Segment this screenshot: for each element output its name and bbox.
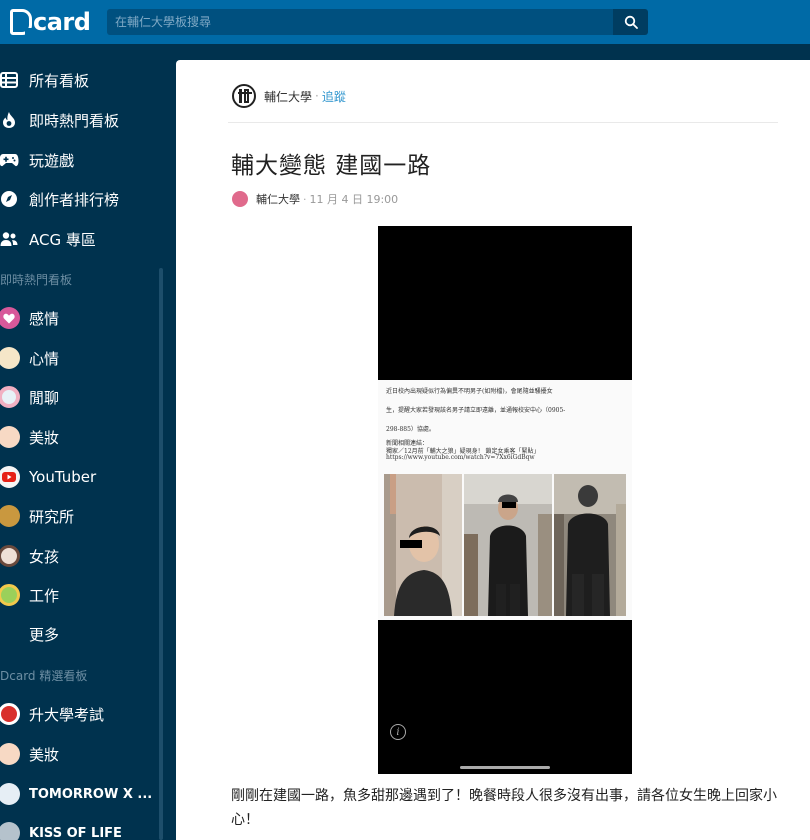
post-title: 輔大變態 建國一路 (231, 153, 432, 179)
sidebar-item-tomorrow-x[interactable]: TOMORROW X ... (0, 779, 152, 809)
kiss-of-life-avatar (0, 822, 20, 840)
sidebar-item-label: YouTuber (29, 468, 97, 486)
author-avatar (232, 191, 248, 207)
sidebar-item-label: 研究所 (29, 507, 75, 526)
separator: · (303, 192, 307, 206)
sidebar-item-makeup-featured[interactable]: 美妝 (0, 739, 59, 769)
search-button[interactable] (613, 9, 648, 35)
suspect-photo-2 (464, 474, 552, 616)
sidebar-item-work[interactable]: 工作 (0, 580, 59, 610)
top-bar: card 在輔仁大學板搜尋 (0, 0, 810, 44)
sidebar-item-makeup[interactable]: 美妝 (0, 422, 59, 452)
sidebar-item-creator-ranking[interactable]: 創作者排行榜 (0, 184, 119, 214)
logo-text: card (33, 8, 91, 36)
dcard-d-icon (10, 9, 32, 35)
featured-boards-section-title: Dcard 精選看板 (0, 669, 88, 683)
video-bottom-black-area: i (378, 620, 632, 774)
sidebar-item-label: 女孩 (29, 547, 60, 566)
sidebar-item-label: 心情 (29, 349, 60, 368)
doc-text-line: 生，提醒大家若發現該名男子請立即遠離，並通報校安中心（0905- (386, 407, 566, 414)
sidebar-scrollbar[interactable] (159, 268, 163, 840)
dcard-logo[interactable]: card (10, 7, 91, 37)
work-pencil-icon (0, 584, 20, 606)
doc-text-line: 298-885）協處。 (386, 426, 435, 433)
sidebar: 所有看板 即時熱門看板 玩遊戲 創作者排行榜 ACG 專區 即時熱門看板 感情 … (0, 60, 165, 840)
sidebar-item-label: 即時熱門看板 (29, 111, 120, 130)
tomorrow-x-avatar (0, 783, 20, 805)
makeup-avatar-icon (0, 743, 20, 765)
sidebar-item-label: TOMORROW X ... (29, 786, 153, 802)
search-input[interactable]: 在輔仁大學板搜尋 (107, 9, 613, 35)
sidebar-item-relationship[interactable]: 感情 (0, 303, 59, 333)
forum-name[interactable]: 輔仁大學 (264, 88, 312, 105)
sidebar-item-graduate-school[interactable]: 研究所 (0, 501, 74, 531)
hot-boards-section-title: 即時熱門看板 (0, 273, 73, 287)
doc-text-line: 近日校內出現疑似行為偏異不明男子(如附檔)，會尾隨並騷擾女 (386, 388, 553, 395)
board-list-icon (0, 69, 20, 91)
forum-header: 輔仁大學 · 追蹤 (232, 84, 346, 108)
makeup-avatar-icon (0, 426, 20, 448)
video-progress-bar[interactable] (460, 766, 550, 769)
acg-users-icon (0, 228, 20, 250)
graduate-school-icon (0, 505, 20, 527)
sidebar-item-label: 美妝 (29, 745, 60, 764)
video-top-black-area (378, 226, 632, 380)
college-exam-icon (0, 703, 20, 725)
sidebar-item-hot-boards[interactable]: 即時熱門看板 (0, 105, 119, 135)
author-row: 輔仁大學 · 11 月 4 日 19:00 (232, 190, 398, 208)
sidebar-item-label: KISS OF LIFE (29, 825, 122, 840)
sidebar-item-kiss-of-life[interactable]: KISS OF LIFE (0, 818, 122, 840)
sidebar-item-chat[interactable]: 閒聊 (0, 382, 59, 412)
sidebar-more-link[interactable]: 更多 (0, 619, 59, 649)
fju-forum-logo-icon[interactable] (232, 84, 256, 108)
sidebar-item-all-boards[interactable]: 所有看板 (0, 65, 89, 95)
separator: · (315, 89, 319, 103)
sidebar-item-youtuber[interactable]: YouTuber (0, 462, 96, 492)
post-card: 輔仁大學 · 追蹤 輔大變態 建國一路 輔仁大學 · 11 月 4 日 19:0… (176, 60, 810, 840)
sidebar-item-label: 所有看板 (29, 71, 90, 90)
suspect-photo-1 (384, 474, 462, 616)
sidebar-item-label: 閒聊 (29, 388, 60, 407)
post-time: 11 月 4 日 19:00 (309, 193, 399, 206)
sidebar-item-label: ACG 專區 (29, 230, 96, 249)
sidebar-item-label: 創作者排行榜 (29, 190, 120, 209)
girl-avatar-icon (0, 545, 20, 567)
sidebar-item-mood[interactable]: 心情 (0, 343, 59, 373)
header-divider (228, 122, 778, 123)
doc-text-line: https://www.youtube.com/watch?v=7Xx6iGdB… (386, 454, 535, 461)
video-document-frame: 近日校內出現疑似行為偏異不明男子(如附檔)，會尾隨並騷擾女 生，提醒大家若發現該… (378, 380, 632, 620)
relationship-heart-icon (0, 307, 20, 329)
youtube-play-icon (0, 466, 20, 488)
sidebar-item-label: 升大學考試 (29, 705, 105, 724)
sidebar-item-label: 美妝 (29, 428, 60, 447)
post-body: 剛剛在建國一路，魚多甜那邊遇到了！晚餐時段人很多沒有出事，請各位女生晚上回家小心… (231, 788, 777, 828)
sidebar-item-college-exam[interactable]: 升大學考試 (0, 699, 104, 729)
mood-coffee-icon (0, 347, 20, 369)
post-video[interactable]: 近日校內出現疑似行為偏異不明男子(如附檔)，會尾隨並騷擾女 生，提醒大家若發現該… (378, 226, 632, 774)
sidebar-item-label: 感情 (29, 309, 60, 328)
follow-button[interactable]: 追蹤 (322, 88, 346, 105)
chat-bubble-icon (0, 386, 20, 408)
sidebar-item-acg[interactable]: ACG 專區 (0, 224, 96, 254)
gamepad-icon (0, 149, 20, 171)
sidebar-item-girl[interactable]: 女孩 (0, 541, 59, 571)
sidebar-item-label: 工作 (29, 586, 60, 605)
sidebar-item-games[interactable]: 玩遊戲 (0, 145, 74, 175)
author-name: 輔仁大學 (256, 193, 300, 206)
suspect-photo-3 (554, 474, 626, 616)
search-icon (624, 15, 638, 29)
sidebar-item-label: 玩遊戲 (29, 151, 75, 170)
fire-icon (0, 109, 20, 131)
creator-ranking-icon (0, 188, 20, 210)
info-icon[interactable]: i (390, 724, 406, 740)
